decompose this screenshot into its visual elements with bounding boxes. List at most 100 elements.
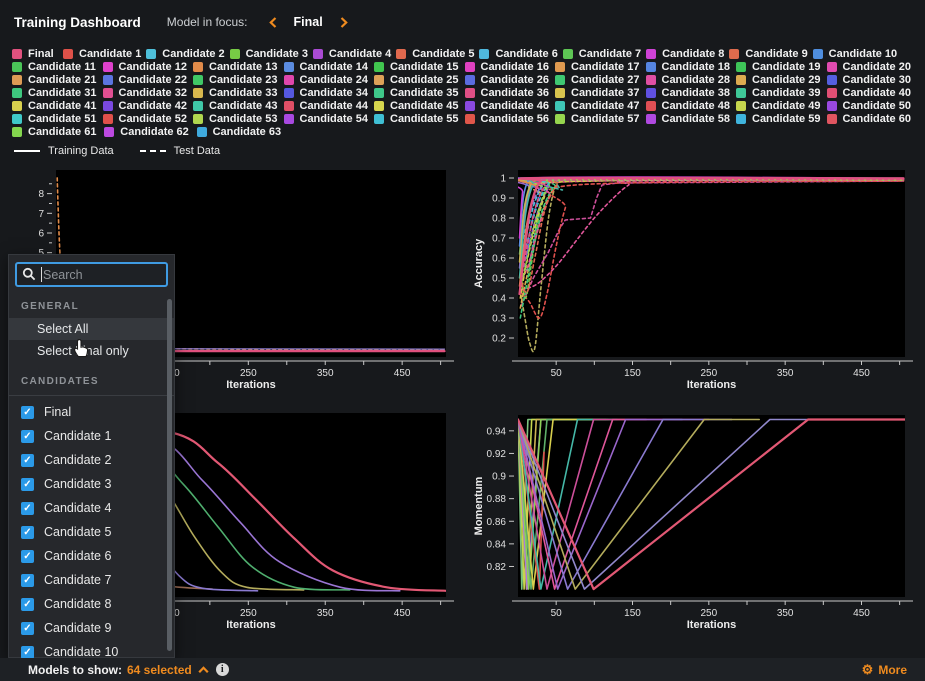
legend-swatch xyxy=(555,101,565,111)
legend-label: Candidate 38 xyxy=(662,87,730,99)
svg-text:150: 150 xyxy=(624,368,641,379)
legend-entry-candidate-9: Candidate 9 xyxy=(729,47,812,60)
checkbox-checked-icon[interactable]: ✓ xyxy=(21,454,34,467)
prev-model-chevron-icon[interactable] xyxy=(266,15,280,29)
candidate-checkbox-row[interactable]: ✓Candidate 5 xyxy=(9,520,174,544)
legend-entry-candidate-62: Candidate 62 xyxy=(104,125,196,138)
legend-swatch xyxy=(736,88,746,98)
legend-label: Candidate 33 xyxy=(209,87,277,99)
candidate-checkbox-row[interactable]: ✓Candidate 7 xyxy=(9,568,174,592)
legend-swatch xyxy=(193,62,203,72)
candidate-checkbox-row[interactable]: ✓Candidate 8 xyxy=(9,592,174,616)
momentum-chart: 501502503504500.940.920.90.880.860.840.8… xyxy=(462,405,925,650)
candidate-checkbox-row[interactable]: ✓Candidate 6 xyxy=(9,544,174,568)
legend-label: Candidate 36 xyxy=(481,87,549,99)
x-axis-label: Iterations xyxy=(226,379,276,391)
legend-label: Candidate 59 xyxy=(752,113,820,125)
more-button[interactable]: ⚙ More xyxy=(862,663,907,677)
legend-row: Candidate 31 Candidate 32 Candidate 33 Cand… xyxy=(12,86,917,99)
legend-swatch xyxy=(374,62,384,72)
checkbox-checked-icon[interactable]: ✓ xyxy=(21,598,34,611)
checkbox-checked-icon[interactable]: ✓ xyxy=(21,574,34,587)
legend-row: Candidate 51Candidate 52Candidate 53Cand… xyxy=(12,112,917,125)
legend-swatch xyxy=(12,62,22,72)
legend-swatch xyxy=(313,49,323,59)
checkbox-label: Candidate 4 xyxy=(44,501,111,515)
checkbox-checked-icon[interactable]: ✓ xyxy=(21,646,34,659)
legend-entry-candidate-4: Candidate 4 xyxy=(313,47,396,60)
legend-label: Candidate 31 xyxy=(28,87,96,99)
test-data-legend: Test Data xyxy=(140,145,220,157)
legend-entry-candidate-61: Candidate 61 xyxy=(12,125,104,138)
candidate-checkbox-row[interactable]: ✓ Candidate 4 xyxy=(9,496,174,520)
svg-text:0.84: 0.84 xyxy=(487,539,507,550)
legend-swatch xyxy=(827,88,837,98)
legend-label: Candidate 4 xyxy=(329,48,391,60)
checkbox-checked-icon[interactable]: ✓ xyxy=(21,550,34,563)
legend-swatch xyxy=(555,88,565,98)
legend-entry-candidate-17: Candidate 17 xyxy=(555,60,646,73)
legend-entry-candidate-22: Candidate 22 xyxy=(103,73,194,86)
candidate-checkbox-row[interactable]: ✓Final xyxy=(9,400,174,424)
legend-swatch xyxy=(12,49,22,59)
svg-text:350: 350 xyxy=(317,608,334,619)
legend-swatch xyxy=(827,75,837,85)
legend-label: Candidate 22 xyxy=(119,74,187,86)
legend-swatch xyxy=(12,88,22,98)
legend-swatch xyxy=(555,75,565,85)
checkbox-checked-icon[interactable]: ✓ xyxy=(21,622,34,635)
info-icon[interactable]: i xyxy=(216,663,229,676)
legend-label: Candidate 13 xyxy=(209,61,277,73)
legend-entry-candidate-54: Candidate 54 xyxy=(284,112,375,125)
legend-swatch xyxy=(827,62,837,72)
legend-label: Candidate 2 xyxy=(162,48,224,60)
legend-entry-candidate-32: Candidate 32 xyxy=(103,86,194,99)
legend-entry-candidate-40: Candidate 40 xyxy=(827,86,918,99)
legend-swatch xyxy=(193,75,203,85)
legend-swatch xyxy=(284,75,294,85)
legend-entry-candidate-19: Candidate 19 xyxy=(736,60,827,73)
legend-entry-candidate-13: Candidate 13 xyxy=(193,60,284,73)
select-all-option[interactable]: Select All xyxy=(9,318,174,340)
candidate-checkbox-row[interactable]: ✓Candidate 2 xyxy=(9,448,174,472)
legend-swatch xyxy=(284,101,294,111)
search-input[interactable] xyxy=(15,262,168,287)
checkbox-checked-icon[interactable]: ✓ xyxy=(21,478,34,491)
legend-label: Candidate 12 xyxy=(119,61,187,73)
svg-text:350: 350 xyxy=(777,368,794,379)
next-model-chevron-icon[interactable] xyxy=(337,15,351,29)
svg-text:250: 250 xyxy=(700,368,717,379)
svg-text:450: 450 xyxy=(394,368,411,379)
legend-label: Candidate 50 xyxy=(843,100,911,112)
svg-text:0.88: 0.88 xyxy=(487,494,507,505)
checkbox-checked-icon[interactable]: ✓ xyxy=(21,526,34,539)
checkbox-checked-icon[interactable]: ✓ xyxy=(21,430,34,443)
legend-label: Candidate 55 xyxy=(390,113,458,125)
legend-entry-candidate-59: Candidate 59 xyxy=(736,112,827,125)
legend-label: Candidate 21 xyxy=(28,74,96,86)
candidate-checkbox-row[interactable]: ✓Candidate 3 xyxy=(9,472,174,496)
legend-label: Candidate 35 xyxy=(390,87,458,99)
focused-model-name: Final xyxy=(294,15,323,29)
legend-label: Candidate 23 xyxy=(209,74,277,86)
selected-count-toggle[interactable]: 64 selected xyxy=(127,663,209,677)
dropdown-scrollbar-thumb[interactable] xyxy=(167,299,172,651)
select-final-only-option[interactable]: Select Final only xyxy=(9,340,174,362)
legend-label: Candidate 62 xyxy=(120,126,188,138)
candidate-checkbox-row[interactable]: ✓Candidate 9 xyxy=(9,616,174,640)
candidate-checkbox-row[interactable]: ✓Candidate 1 xyxy=(9,424,174,448)
legend-swatch xyxy=(555,114,565,124)
legend-entry-candidate-45: Candidate 45 xyxy=(374,99,465,112)
models-to-show-label: Models to show: xyxy=(28,663,122,677)
checkbox-checked-icon[interactable]: ✓ xyxy=(21,406,34,419)
legend-swatch xyxy=(374,114,384,124)
legend-swatch xyxy=(284,88,294,98)
svg-text:150: 150 xyxy=(624,608,641,619)
legend-label: Candidate 10 xyxy=(829,48,897,60)
legend-entry-candidate-44: Candidate 44 xyxy=(284,99,375,112)
legend-swatch xyxy=(736,114,746,124)
legend-swatch xyxy=(12,101,22,111)
svg-text:450: 450 xyxy=(853,608,870,619)
checkbox-checked-icon[interactable]: ✓ xyxy=(21,502,34,515)
legend-swatch xyxy=(646,62,656,72)
